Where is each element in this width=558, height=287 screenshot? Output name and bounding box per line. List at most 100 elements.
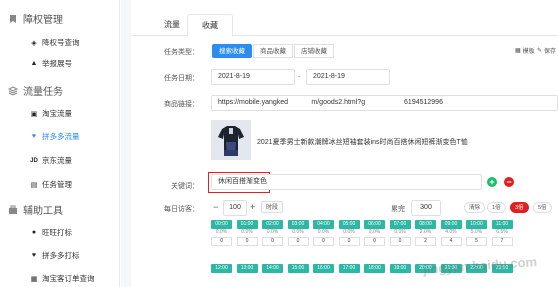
time-slot-percent: 0.0% xyxy=(343,229,355,235)
visitors-input[interactable]: 100 xyxy=(223,200,247,216)
time-slot-cell[interactable]: 07:00 0.0% 0 xyxy=(389,220,411,246)
tab-bar: 流量 收藏 xyxy=(131,14,558,37)
time-slot-cell[interactable]: 19:00 xyxy=(389,264,411,273)
keyword-label: 关键词： xyxy=(171,183,199,190)
templates-button[interactable]: ▦ 模板 xyxy=(515,46,535,55)
time-slot-cell[interactable]: 08:00 2.0% 2 xyxy=(415,220,436,246)
search-favorite-button[interactable]: 搜索收藏 xyxy=(212,44,252,58)
sidebar-item-downrank-query[interactable]: ◈ 降权号查询 xyxy=(30,37,79,48)
shop-icon: ▣ xyxy=(30,110,38,118)
sidebar-item-label: 任务管理 xyxy=(42,180,72,189)
decrease-button[interactable]: − xyxy=(213,202,218,212)
layers-icon xyxy=(7,85,19,96)
section-label: 辅助工具 xyxy=(23,206,63,217)
time-slot-label: 10:00 xyxy=(466,220,487,229)
sidebar-section-rights[interactable]: 障权管理 xyxy=(8,11,63,26)
content-panel: 流量 收藏 任务类型： 搜索收藏 商品收藏 店铺收藏 ▦ 模板 ✎ 保存 任务日… xyxy=(131,0,558,287)
time-slot-cell[interactable]: 00:00 0.0% 0 xyxy=(211,220,232,246)
time-slot-cell[interactable]: 11:00 6.5% 7 xyxy=(491,220,513,246)
time-slot-count-input[interactable]: 0 xyxy=(262,237,283,246)
time-slot-cell[interactable]: 18:00 xyxy=(364,264,385,273)
time-slot-button[interactable]: 时段 xyxy=(261,201,284,213)
save-button[interactable]: ✎ 保存 xyxy=(537,46,556,55)
time-slot-count-input[interactable]: 0 xyxy=(287,237,309,246)
heart-tag-icon: ♥ xyxy=(31,252,37,259)
time-slot-cell[interactable]: 16:00 xyxy=(313,264,334,273)
multiplier-3x[interactable]: 3倍 xyxy=(510,202,529,213)
multiplier-5x[interactable]: 5倍 xyxy=(533,202,552,213)
keyword-input[interactable]: 休闲百搭渐变色 xyxy=(211,174,482,190)
time-slot-count-input[interactable]: 5 xyxy=(466,237,487,246)
toolbox-icon xyxy=(8,205,18,215)
time-slot-label: 14:00 xyxy=(262,264,283,273)
sidebar-section-traffic[interactable]: 流量任务 xyxy=(7,83,63,98)
time-slot-cell[interactable]: 03:00 0.0% 0 xyxy=(287,220,309,246)
goods-favorite-button[interactable]: 商品收藏 xyxy=(253,44,293,58)
time-slot-count-input[interactable]: 0 xyxy=(236,237,258,246)
template-icon: ▦ xyxy=(515,48,521,54)
time-slot-label: 04:00 xyxy=(313,220,334,229)
time-slot-percent: 0.0% xyxy=(266,229,279,235)
increase-button[interactable]: + xyxy=(250,202,255,212)
tab-traffic[interactable]: 流量 xyxy=(157,14,187,36)
section-label: 流量任务 xyxy=(23,87,63,98)
time-slot-cell[interactable]: 13:00 xyxy=(236,264,258,273)
time-slot-count-input[interactable]: 2 xyxy=(415,237,436,246)
time-slot-label: 02:00 xyxy=(262,220,283,229)
time-slot-count-input[interactable]: 0 xyxy=(211,237,232,246)
product-link-input[interactable]: https://mobile.yangked m/goods2.html?g 6… xyxy=(211,95,558,111)
time-slot-percent: 6.5% xyxy=(496,229,508,235)
task-date-label: 任务日期： xyxy=(164,75,199,82)
time-slot-count-input[interactable]: 0 xyxy=(338,237,360,246)
time-slot-cell[interactable]: 04:00 0.0% 0 xyxy=(313,220,334,246)
time-slot-count-input[interactable]: 0 xyxy=(364,237,385,246)
time-slot-label: 15:00 xyxy=(287,264,309,273)
shop-favorite-button[interactable]: 店铺收藏 xyxy=(294,44,334,58)
time-slot-label: 17:00 xyxy=(338,264,360,273)
multiplier-1x[interactable]: 1倍 xyxy=(487,202,506,213)
sidebar-item-taobao[interactable]: ▣ 淘宝流量 xyxy=(30,108,72,119)
time-slot-cell[interactable]: 12:00 xyxy=(211,264,232,273)
sidebar-item-label: 拼多多打标 xyxy=(42,251,80,260)
time-slot-cell[interactable]: 10:00 5.0% 5 xyxy=(466,220,487,246)
shield-icon: ◈ xyxy=(31,39,37,47)
time-slot-count-input[interactable]: 0 xyxy=(389,237,411,246)
sidebar-item-report[interactable]: ▲ 举报展号 xyxy=(30,58,72,69)
tab-favorite[interactable]: 收藏 xyxy=(187,14,233,37)
start-date-input[interactable]: 2021-8-19 xyxy=(211,69,295,85)
remove-keyword-icon[interactable]: − xyxy=(504,177,514,187)
sidebar-section-tools[interactable]: 辅助工具 xyxy=(8,202,63,217)
sidebar-item-jd[interactable]: JD 京东流量 xyxy=(30,155,72,166)
time-slot-label: 05:00 xyxy=(338,220,360,229)
time-slot-percent: 0.0% xyxy=(394,229,406,235)
sidebar-item-pinduoduo[interactable]: ♥ 拼多多流量 xyxy=(30,131,80,142)
time-slot-count-input[interactable]: 0 xyxy=(313,237,334,246)
time-slot-cell[interactable]: 02:00 0.0% 0 xyxy=(262,220,283,246)
sidebar-item-order-query[interactable]: ▦ 淘宝客订单查询 xyxy=(30,273,95,284)
watermark: jingyan.baidu.com xyxy=(422,254,538,277)
time-slot-label: 13:00 xyxy=(236,264,258,273)
sidebar-item-task-manage[interactable]: ▤ 任务管理 xyxy=(30,179,72,190)
sidebar-item-wangwang[interactable]: ● 旺旺打标 xyxy=(30,227,72,238)
sidebar-item-label: 举报展号 xyxy=(42,59,72,68)
sidebar-item-pdd-tag[interactable]: ♥ 拼多多打标 xyxy=(30,250,80,261)
clear-button[interactable]: 清除 xyxy=(464,202,486,213)
tag-icon: ● xyxy=(31,229,37,236)
time-slot-cell[interactable]: 05:00 0.0% 0 xyxy=(338,220,360,246)
time-slot-percent: 0.0% xyxy=(292,229,304,235)
end-date-input[interactable]: 2021-8-19 xyxy=(306,69,390,85)
time-slot-count-input[interactable]: 4 xyxy=(440,237,462,246)
time-slot-cell[interactable]: 09:00 4.0% 4 xyxy=(440,220,462,246)
templates-label: 模板 xyxy=(522,49,535,55)
total-input[interactable]: 300 xyxy=(411,200,441,216)
time-slot-cell[interactable]: 15:00 xyxy=(287,264,309,273)
add-keyword-icon[interactable]: + xyxy=(487,177,497,187)
time-slot-cell[interactable]: 06:00 0.0% 0 xyxy=(364,220,385,246)
time-slot-label: 08:00 xyxy=(415,220,436,229)
sidebar-item-label: 旺旺打标 xyxy=(42,228,72,237)
time-slot-cell[interactable]: 14:00 xyxy=(262,264,283,273)
time-slot-label: 07:00 xyxy=(389,220,411,229)
time-slot-cell[interactable]: 17:00 xyxy=(338,264,360,273)
time-slot-count-input[interactable]: 7 xyxy=(491,237,513,246)
time-slot-cell[interactable]: 01:00 0.0% 0 xyxy=(236,220,258,246)
